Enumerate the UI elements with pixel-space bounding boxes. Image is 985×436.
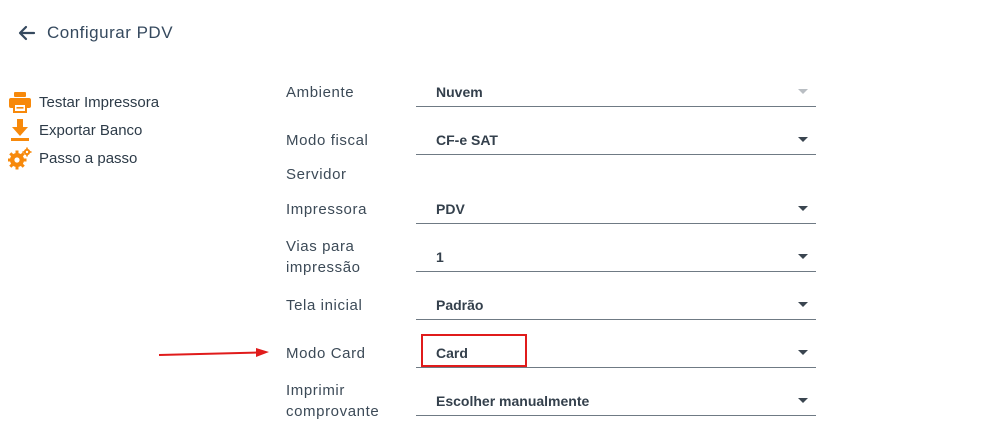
modo-fiscal-select[interactable]: CF-e SAT — [416, 126, 816, 155]
vias-label-line1: Vias para — [286, 238, 355, 255]
impressora-select[interactable]: PDV — [416, 195, 816, 224]
caret-down-icon — [798, 137, 808, 142]
imprimir-label-line1: Imprimir — [286, 382, 345, 399]
page-title: Configurar PDV — [47, 23, 174, 42]
tela-inicial-label: Tela inicial — [286, 297, 363, 314]
gears-icon — [7, 146, 32, 170]
sidebar-item-testar-impressora[interactable]: Testar Impressora — [8, 88, 159, 116]
caret-down-icon — [798, 254, 808, 259]
sidebar: Testar Impressora Exportar Banco Passo a… — [7, 88, 159, 172]
impressora-value: PDV — [436, 201, 465, 217]
annotation-arrow — [158, 348, 269, 357]
arrow-left-icon[interactable] — [16, 22, 38, 44]
caret-down-icon — [798, 302, 808, 307]
caret-down-icon — [798, 398, 808, 403]
imprimir-label: Imprimir comprovante — [286, 380, 379, 422]
vias-label-line2: impressão — [286, 259, 361, 276]
vias-value: 1 — [436, 249, 444, 265]
download-icon — [8, 118, 32, 142]
sidebar-item-label: Exportar Banco — [39, 121, 143, 139]
printer-icon — [8, 90, 32, 114]
tela-inicial-value: Padrão — [436, 297, 484, 313]
sidebar-item-passo-a-passo[interactable]: Passo a passo — [7, 144, 159, 172]
modo-fiscal-value: CF-e SAT — [436, 132, 498, 148]
pdv-settings-form: Ambiente Nuvem Modo fiscal CF-e SAT Serv… — [286, 0, 826, 436]
sidebar-item-exportar-banco[interactable]: Exportar Banco — [8, 116, 159, 144]
sidebar-item-label: Testar Impressora — [39, 93, 160, 111]
caret-down-icon — [798, 350, 808, 355]
vias-select[interactable]: 1 — [416, 243, 816, 272]
modo-card-select[interactable]: Card — [416, 339, 816, 368]
ambiente-select[interactable]: Nuvem — [416, 78, 816, 107]
header: Configurar PDV — [16, 20, 173, 46]
servidor-label: Servidor — [286, 166, 347, 183]
modo-card-value: Card — [436, 345, 468, 361]
impressora-label: Impressora — [286, 201, 368, 218]
ambiente-value: Nuvem — [436, 84, 483, 100]
imprimir-value: Escolher manualmente — [436, 393, 590, 409]
modo-fiscal-label: Modo fiscal — [286, 132, 369, 149]
caret-down-icon — [798, 89, 808, 94]
caret-down-icon — [798, 206, 808, 211]
sidebar-item-label: Passo a passo — [39, 149, 138, 167]
vias-label: Vias para impressão — [286, 236, 361, 278]
tela-inicial-select[interactable]: Padrão — [416, 291, 816, 320]
imprimir-label-line2: comprovante — [286, 403, 380, 420]
ambiente-label: Ambiente — [286, 84, 355, 101]
modo-card-label: Modo Card — [286, 345, 366, 362]
imprimir-select[interactable]: Escolher manualmente — [416, 387, 816, 416]
